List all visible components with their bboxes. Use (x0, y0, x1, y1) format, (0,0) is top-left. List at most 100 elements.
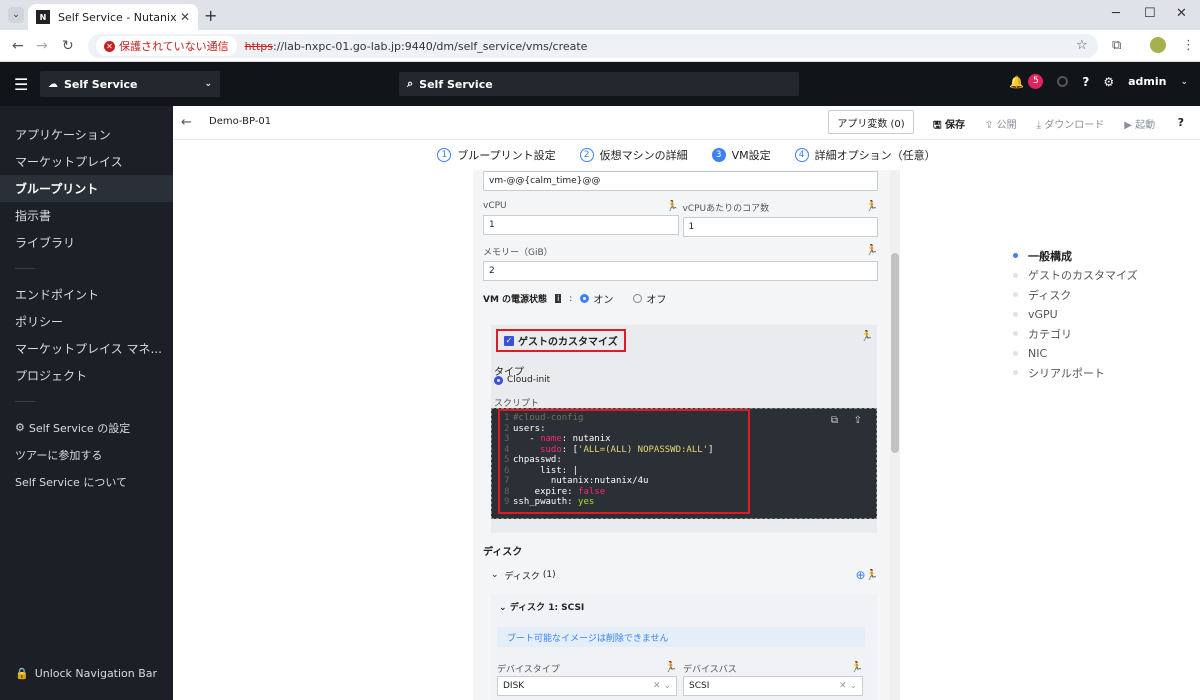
disk-1-header[interactable]: ⌄ ディスク 1: SCSI (499, 600, 584, 613)
app-variables-button[interactable]: アプリ変数 (0) (828, 110, 914, 134)
scrollbar[interactable] (890, 170, 900, 700)
runtime-icon[interactable]: 🏃 (866, 570, 878, 581)
clear-icon[interactable]: ✕ ⌄ (653, 681, 671, 691)
back-arrow-icon[interactable]: ← (181, 115, 192, 130)
sidebar-item-policies[interactable]: ポリシー (0, 308, 173, 335)
publish-icon: ⇪ (985, 120, 994, 131)
minimize-icon[interactable]: ─ (1112, 6, 1120, 21)
sidebar-item-library[interactable]: ライブラリ (0, 229, 173, 256)
global-search[interactable]: ⌕ Self Service (399, 72, 799, 96)
sidebar-item-settings[interactable]: ⚙ Self Service の設定 (0, 414, 173, 441)
back-icon[interactable]: ← (12, 38, 24, 54)
add-disk-icon[interactable]: ⊕ (855, 568, 865, 582)
disk-group-toggle[interactable]: ⌄ ディスク (1) ⊕ 🏃 (483, 568, 878, 582)
close-window-icon[interactable]: ✕ (1176, 6, 1187, 21)
radio-off-icon (633, 294, 643, 303)
vcpu-input[interactable]: 1 (483, 215, 679, 235)
cores-input[interactable]: 1 (682, 217, 878, 237)
scrollbar-thumb[interactable] (891, 253, 899, 453)
sidebar-item-runbooks[interactable]: 指示書 (0, 202, 173, 229)
nav-category[interactable]: カテゴリ (1013, 324, 1138, 344)
download-button[interactable]: ⤓ ダウンロード (1037, 116, 1105, 135)
disk-section: ディスク ⌄ ディスク (1) ⊕ 🏃 (483, 543, 878, 582)
bookmark-star-icon[interactable]: ☆ (1076, 38, 1088, 53)
sidebar-item-blueprints[interactable]: ブループリント (0, 175, 173, 202)
runtime-icon[interactable]: 🏃 (866, 245, 878, 258)
tab-search-button[interactable]: ⌄ (8, 7, 24, 23)
wizard-steps: 1 ブループリント設定 2 仮想マシンの詳細 3 VM設定 4 詳細オプション（任意） (173, 140, 1200, 170)
script-code[interactable]: 1 #cloud-config 2 users: 3 - name: nutanix… (498, 409, 750, 514)
search-icon: ⌕ (407, 77, 414, 90)
runtime-icon[interactable]: 🏃 (866, 201, 878, 214)
reload-icon[interactable]: ↻ (62, 38, 74, 54)
sidebar-divider (15, 268, 35, 269)
sidebar-item-projects[interactable]: プロジェクト (0, 362, 173, 389)
toolbar-actions: 🖫 保存 ⇪ 公開 ⤓ ダウンロード ▶ 起動 (933, 116, 1155, 135)
sidebar-item-marketplace-manager[interactable]: マーケットプレイス マネ... (0, 335, 173, 362)
save-icon: 🖫 (933, 120, 942, 131)
step-blueprint-settings[interactable]: 1 ブループリント設定 (437, 147, 556, 163)
nav-guest[interactable]: ゲストのカスタマイズ (1013, 266, 1138, 286)
gear-icon[interactable]: ⚙ (1103, 75, 1114, 89)
device-type-select[interactable]: DISK ✕ ⌄ (497, 676, 677, 696)
power-off-radio[interactable]: オフ (633, 291, 666, 306)
url-field[interactable]: ✕ 保護されていない通信 https ://lab-nxpc-01.go-lab… (88, 34, 1098, 58)
step-advanced-options[interactable]: 4 詳細オプション（任意） (794, 147, 936, 163)
device-bus-select[interactable]: SCSI ✕ ⌄ (683, 676, 863, 696)
runtime-icon[interactable]: 🏃 (861, 331, 873, 342)
step-vm-details[interactable]: 2 仮想マシンの詳細 (579, 147, 688, 163)
launch-button[interactable]: ▶ 起動 (1124, 116, 1155, 135)
save-button[interactable]: 🖫 保存 (933, 116, 965, 135)
chevron-down-icon: ⌄ (204, 79, 212, 89)
maximize-icon[interactable]: ☐ (1144, 6, 1156, 21)
expand-icon[interactable]: ⧉ (831, 415, 838, 426)
app-switcher-label: Self Service (64, 77, 138, 91)
bell-icon[interactable]: 🔔 (1009, 75, 1024, 89)
app-switcher[interactable]: ☁ Self Service ⌄ (40, 71, 220, 97)
radio-on-icon (580, 294, 590, 303)
cloud-icon: ☁ (48, 78, 58, 90)
security-warning[interactable]: ✕ 保護されていない通信 (96, 36, 237, 56)
nav-serial[interactable]: シリアルポート (1013, 363, 1138, 383)
left-panel (173, 170, 473, 700)
publish-button[interactable]: ⇪ 公開 (985, 116, 1017, 135)
power-on-radio[interactable]: オン (580, 291, 613, 306)
browser-tab[interactable]: N Self Service - Nutanix ✕ (28, 4, 198, 30)
extensions-icon[interactable]: ⧉ (1112, 38, 1121, 53)
step-vm-config[interactable]: 3 VM設定 (711, 147, 771, 163)
nav-general[interactable]: 一般構成 (1013, 246, 1138, 266)
sidebar-item-about[interactable]: Self Service について (0, 468, 173, 495)
help-icon[interactable]: ? (1082, 75, 1089, 89)
new-tab-button[interactable]: + (204, 6, 217, 25)
clear-icon[interactable]: ✕ ⌄ (839, 681, 857, 691)
task-status-icon[interactable] (1057, 76, 1069, 87)
warning-icon: ✕ (104, 40, 115, 52)
runtime-icon[interactable]: 🏃 (666, 201, 678, 212)
address-bar: ← → ↻ ✕ 保護されていない通信 https ://lab-nxpc-01.… (0, 30, 1200, 62)
profile-avatar[interactable] (1150, 37, 1166, 53)
runtime-icon[interactable]: 🏃 (665, 662, 677, 675)
nav-disk[interactable]: ディスク (1013, 285, 1138, 305)
vm-name-input[interactable]: vm-@@{calm_time}@@ (483, 171, 878, 191)
sidebar-item-marketplace[interactable]: マーケットプレイス (0, 148, 173, 175)
nav-nic[interactable]: NIC (1013, 344, 1138, 364)
forward-icon[interactable]: → (36, 38, 48, 54)
close-tab-icon[interactable]: ✕ (180, 10, 190, 24)
unlock-nav-button[interactable]: 🔒 Unlock Navigation Bar (15, 667, 157, 680)
sidebar-item-tour[interactable]: ツアーに参加する (0, 441, 173, 468)
upload-icon[interactable]: ⇪ (854, 415, 862, 426)
browser-menu-icon[interactable]: ⋮ (1182, 38, 1195, 53)
user-menu[interactable]: admin (1128, 75, 1166, 88)
runtime-icon[interactable]: 🏃 (851, 662, 863, 675)
guest-customization-checkbox[interactable]: ✓ ゲストのカスタマイズ (496, 329, 626, 352)
cloud-init-radio[interactable]: Cloud-init (494, 375, 550, 385)
memory-input[interactable]: 2 (483, 261, 878, 281)
sidebar-item-applications[interactable]: アプリケーション (0, 121, 173, 148)
script-editor[interactable]: 1 #cloud-config 2 users: 3 - name: nutanix… (491, 408, 877, 519)
toolbar-help-button[interactable]: ? (1178, 116, 1184, 129)
nav-vgpu[interactable]: vGPU (1013, 305, 1138, 325)
sidebar-item-endpoints[interactable]: エンドポイント (0, 281, 173, 308)
checkbox-checked-icon: ✓ (504, 335, 514, 346)
section-nav: 一般構成 ゲストのカスタマイズ ディスク vGPU カテゴリ NIC シリアルポ… (1013, 246, 1138, 383)
hamburger-menu-icon[interactable]: ☰ (14, 75, 28, 94)
